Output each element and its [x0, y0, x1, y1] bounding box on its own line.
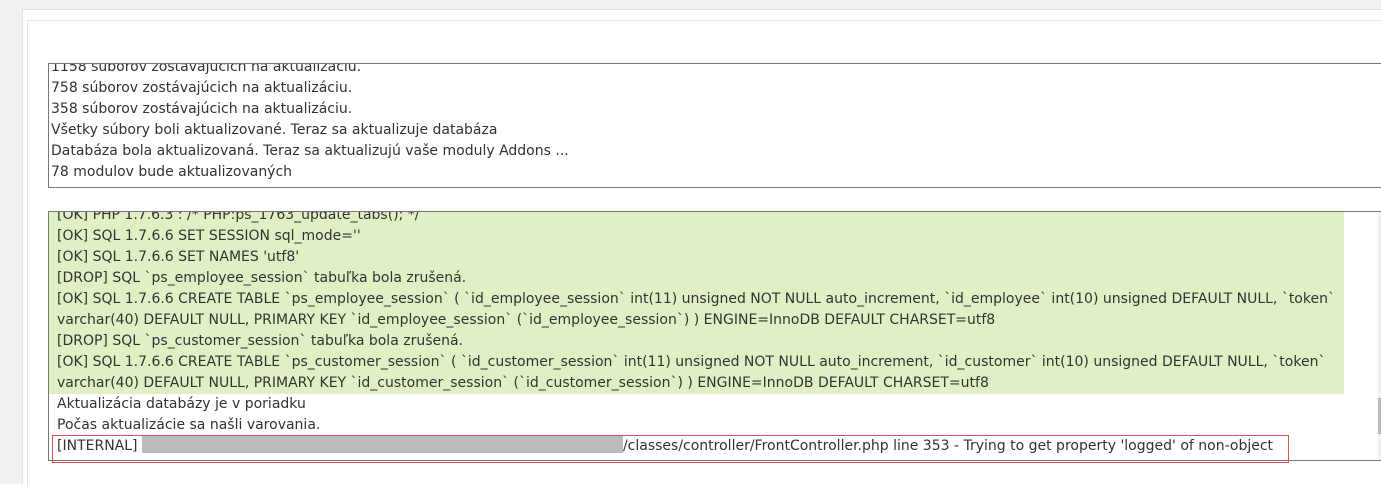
sql-log-line: [OK] SQL 1.7.6.6 CREATE TABLE `ps_custom… [49, 352, 1344, 394]
top-strip [22, 0, 1381, 10]
internal-error-line: [INTERNAL] /classes/controller/FrontCont… [49, 436, 1381, 457]
internal-error-prefix: [INTERNAL] [57, 438, 138, 454]
sql-log[interactable]: [OK] PHP 1.7.6.3 : /* PHP:ps_1763_update… [48, 211, 1381, 461]
progress-log-line: 758 súborov zostávajúcich na aktualizáci… [51, 80, 353, 96]
sql-log-line: [OK] PHP 1.7.6.3 : /* PHP:ps_1763_update… [49, 212, 1344, 226]
sql-log-lines: [OK] PHP 1.7.6.3 : /* PHP:ps_1763_update… [49, 212, 1344, 436]
sql-log-line: [DROP] SQL `ps_customer_session` tabuľka… [49, 331, 1344, 352]
internal-error-message: /classes/controller/FrontController.php … [622, 438, 1274, 454]
sql-log-line: [OK] SQL 1.7.6.6 CREATE TABLE `ps_employ… [49, 289, 1344, 331]
left-rail [0, 0, 23, 484]
progress-log-line: Databáza bola aktualizovaná. Teraz sa ak… [51, 143, 569, 159]
sql-log-line: [OK] SQL 1.7.6.6 SET SESSION sql_mode='' [49, 226, 1344, 247]
redacted-path [141, 436, 623, 453]
progress-log-line: 78 modulov bude aktualizovaných [51, 164, 293, 180]
progress-log-line: 1158 súborov zostávajúcich na aktualizác… [51, 63, 362, 75]
sql-log-line: Aktualizácia databázy je v poriadku [57, 396, 306, 412]
progress-log[interactable]: 1158 súborov zostávajúcich na aktualizác… [48, 63, 1381, 188]
progress-log-lines: 1158 súborov zostávajúcich na aktualizác… [49, 63, 1381, 183]
sql-log-line: [DROP] SQL `ps_employee_session` tabuľka… [49, 268, 1344, 289]
progress-log-line: Všetky súbory boli aktualizované. Teraz … [51, 122, 498, 138]
progress-log-line: 358 súborov zostávajúcich na aktualizáci… [51, 101, 353, 117]
sql-log-line: Počas aktualizácie sa našli varovania. [57, 417, 321, 433]
sql-log-line: [OK] SQL 1.7.6.6 SET NAMES 'utf8' [49, 247, 1344, 268]
